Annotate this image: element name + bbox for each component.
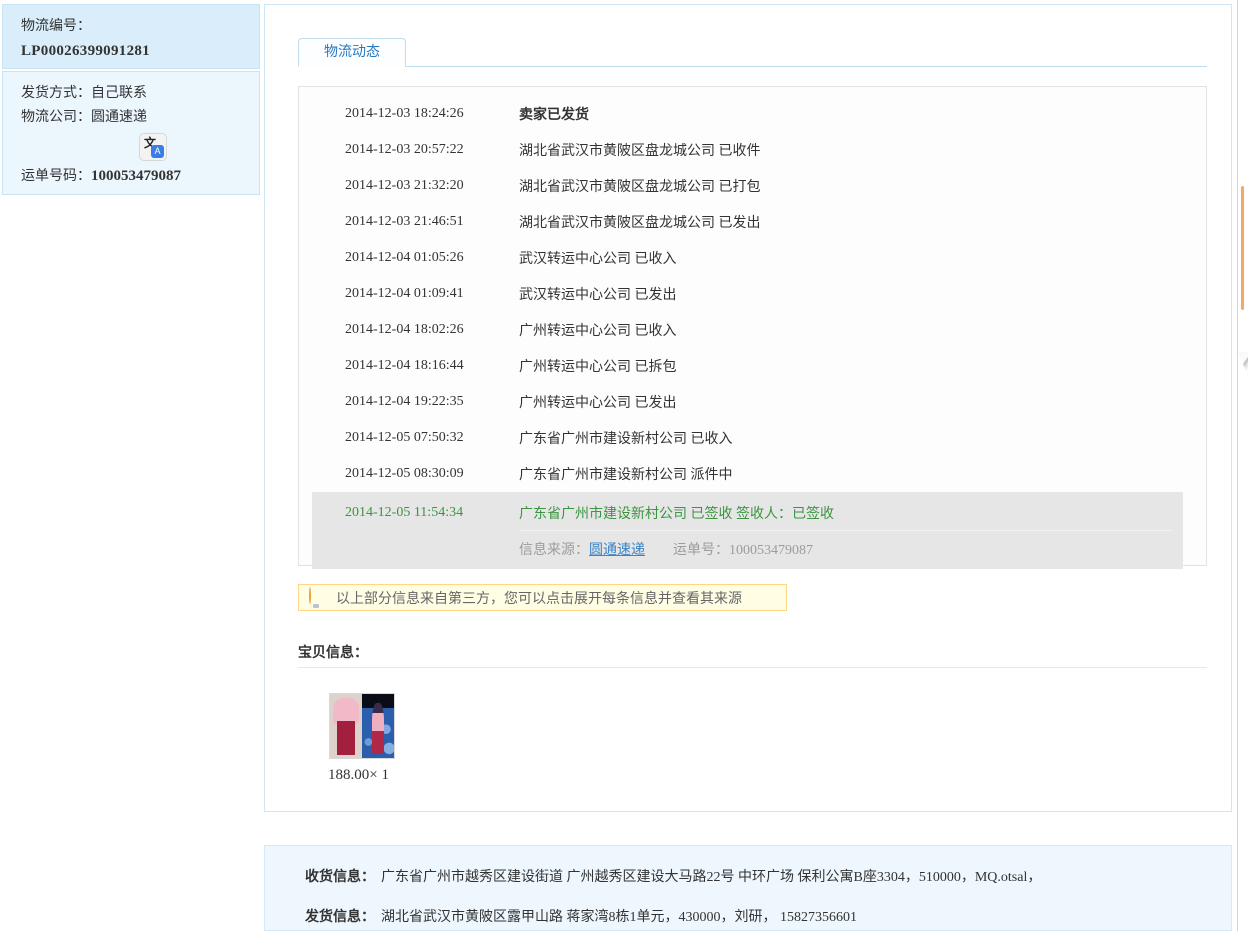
third-party-tip: 以上部分信息来自第三方，您可以点击展开每条信息并查看其来源 [298, 584, 787, 611]
trace-time: 2014-12-04 18:16:44 [345, 358, 464, 373]
trace-row[interactable]: 2014-12-05 11:54:34 广东省广州市建设新村公司 已签收 签收人：… [312, 498, 1183, 528]
sender-info-row: 发货信息： 湖北省武汉市黄陂区露甲山路 蒋家湾8栋1单元，430000，刘研， 1… [305, 908, 1231, 928]
tab-bar: 物流动态 [298, 38, 1207, 67]
translate-icon[interactable]: 文 A [139, 133, 167, 161]
address-info-box: 收货信息： 广东省广州市越秀区建设街道 广州越秀区建设大马路22号 中环广场 保利… [264, 845, 1232, 931]
trace-time: 2014-12-04 01:09:41 [345, 286, 464, 301]
trace-time: 2014-12-05 07:50:32 [345, 430, 464, 445]
timeline-list: 2014-12-03 18:24:26 卖家已发货 2014-12-03 20:57… [299, 96, 1206, 569]
trace-time: 2014-12-03 21:32:20 [345, 178, 464, 193]
trace-row[interactable]: 2014-12-04 19:22:35 广州转运中心公司 已发出 [299, 384, 1206, 420]
logistics-no-value: LP00026399091281 [21, 43, 150, 59]
trace-row[interactable]: 2014-12-03 20:57:22 湖北省武汉市黄陂区盘龙城公司 已收件 [299, 132, 1206, 168]
logistics-detail-panel: 物流动态 2014-12-03 18:24:26 卖家已发货 2014-12-03 … [264, 4, 1232, 812]
trace-desc: 湖北省武汉市黄陂区盘龙城公司 已收件 [519, 144, 761, 159]
trace-desc: 广东省广州市建设新村公司 已收入 [519, 432, 733, 447]
trace-row[interactable]: 2014-12-05 07:50:32 广东省广州市建设新村公司 已收入 [299, 420, 1206, 456]
trace-desc: 武汉转运中心公司 已发出 [519, 288, 677, 303]
trace-source-line: 信息来源：圆通速递 运单号：100053479087 [519, 530, 1173, 559]
trace-time: 2014-12-04 19:22:35 [345, 394, 464, 409]
trace-time: 2014-12-03 18:24:26 [345, 106, 464, 121]
trace-row-signed-highlight[interactable]: 2014-12-05 11:54:34 广东省广州市建设新村公司 已签收 签收人：… [312, 492, 1183, 569]
waybill-row: 运单号码：100053479087 [21, 164, 259, 189]
product-thumbnail[interactable] [329, 693, 395, 759]
trace-desc: 卖家已发货 [519, 108, 589, 123]
trace-time: 2014-12-04 18:02:26 [345, 322, 464, 337]
logistics-company-row: 物流公司：圆通速递 [21, 106, 259, 130]
trace-row[interactable]: 2014-12-03 21:46:51 湖北省武汉市黄陂区盘龙城公司 已发出 [299, 204, 1206, 240]
trace-desc: 广州转运中心公司 已发出 [519, 396, 677, 411]
item-price-quantity: 188.00× 1 [328, 767, 389, 783]
trace-row[interactable]: 2014-12-05 08:30:09 广东省广州市建设新村公司 派件中 [299, 456, 1206, 492]
trace-row[interactable]: 2014-12-04 01:05:26 武汉转运中心公司 已收入 [299, 240, 1206, 276]
trace-time: 2014-12-04 01:05:26 [345, 250, 464, 265]
source-label: 信息来源： [519, 543, 589, 558]
trace-time: 2014-12-05 08:30:09 [345, 466, 464, 481]
logistics-id-box: 物流编号： LP00026399091281 [2, 4, 260, 69]
trace-desc: 广州转运中心公司 已收入 [519, 324, 677, 339]
source-company-link[interactable]: 圆通速递 [589, 543, 645, 558]
trace-row[interactable]: 2014-12-03 21:32:20 湖北省武汉市黄陂区盘龙城公司 已打包 [299, 168, 1206, 204]
trace-row[interactable]: 2014-12-03 18:24:26 卖家已发货 [299, 96, 1206, 132]
sender-label: 发货信息： [305, 910, 375, 925]
item-divider [298, 667, 1207, 668]
source-waybill: 运单号：100053479087 [673, 543, 813, 558]
shipping-method-label: 发货方式： [21, 86, 91, 101]
shipping-method-row: 发货方式：自己联系 [21, 82, 259, 106]
trace-desc: 武汉转运中心公司 已收入 [519, 252, 677, 267]
logistics-no-label: 物流编号： [21, 19, 91, 34]
tab-logistics-status[interactable]: 物流动态 [298, 38, 406, 67]
receiver-value: 广东省广州市越秀区建设街道 广州越秀区建设大马路22号 中环广场 保利公寓B座3… [381, 870, 1042, 885]
trace-desc: 广州转运中心公司 已拆包 [519, 360, 677, 375]
waybill-label: 运单号码： [21, 169, 91, 184]
item-section-title: 宝贝信息： [298, 646, 368, 661]
trace-row[interactable]: 2014-12-04 18:16:44 广州转运中心公司 已拆包 [299, 348, 1206, 384]
trace-row[interactable]: 2014-12-04 01:09:41 武汉转运中心公司 已发出 [299, 276, 1206, 312]
trace-desc: 广东省广州市建设新村公司 已签收 签收人：已签收 [519, 507, 834, 522]
trace-time: 2014-12-03 21:46:51 [345, 214, 464, 229]
sender-value: 湖北省武汉市黄陂区露甲山路 蒋家湾8栋1单元，430000，刘研， 158273… [381, 910, 857, 925]
shipping-method-value: 自己联系 [91, 86, 147, 101]
translate-icon-a: A [151, 145, 164, 158]
trace-desc: 湖北省武汉市黄陂区盘龙城公司 已发出 [519, 216, 761, 231]
trace-desc: 湖北省武汉市黄陂区盘龙城公司 已打包 [519, 180, 761, 195]
trace-time: 2014-12-03 20:57:22 [345, 142, 464, 157]
waybill-value: 100053479087 [91, 168, 181, 184]
product-art-right [362, 694, 394, 758]
logistics-company-value: 圆通速递 [91, 110, 147, 125]
tip-text: 以上部分信息来自第三方，您可以点击展开每条信息并查看其来源 [336, 591, 742, 607]
receiver-info-row: 收货信息： 广东省广州市越秀区建设街道 广州越秀区建设大马路22号 中环广场 保利… [305, 868, 1231, 888]
logistics-company-label: 物流公司： [21, 110, 91, 125]
page-edge-line [1237, 0, 1238, 931]
scrollbar-thumb[interactable] [1241, 186, 1244, 310]
corner-fold-icon [1238, 352, 1248, 378]
receiver-label: 收货信息： [305, 870, 375, 885]
trace-time: 2014-12-05 11:54:34 [345, 505, 464, 520]
trace-desc: 广东省广州市建设新村公司 派件中 [519, 468, 733, 483]
trace-list-panel: 2014-12-03 18:24:26 卖家已发货 2014-12-03 20:57… [298, 86, 1207, 569]
shipping-info-box: 发货方式：自己联系 物流公司：圆通速递 文 A 运单号码：10005347908… [2, 71, 260, 195]
trace-row[interactable]: 2014-12-04 18:02:26 广州转运中心公司 已收入 [299, 312, 1206, 348]
lightbulb-icon [309, 586, 322, 608]
product-photo-left [330, 694, 362, 758]
